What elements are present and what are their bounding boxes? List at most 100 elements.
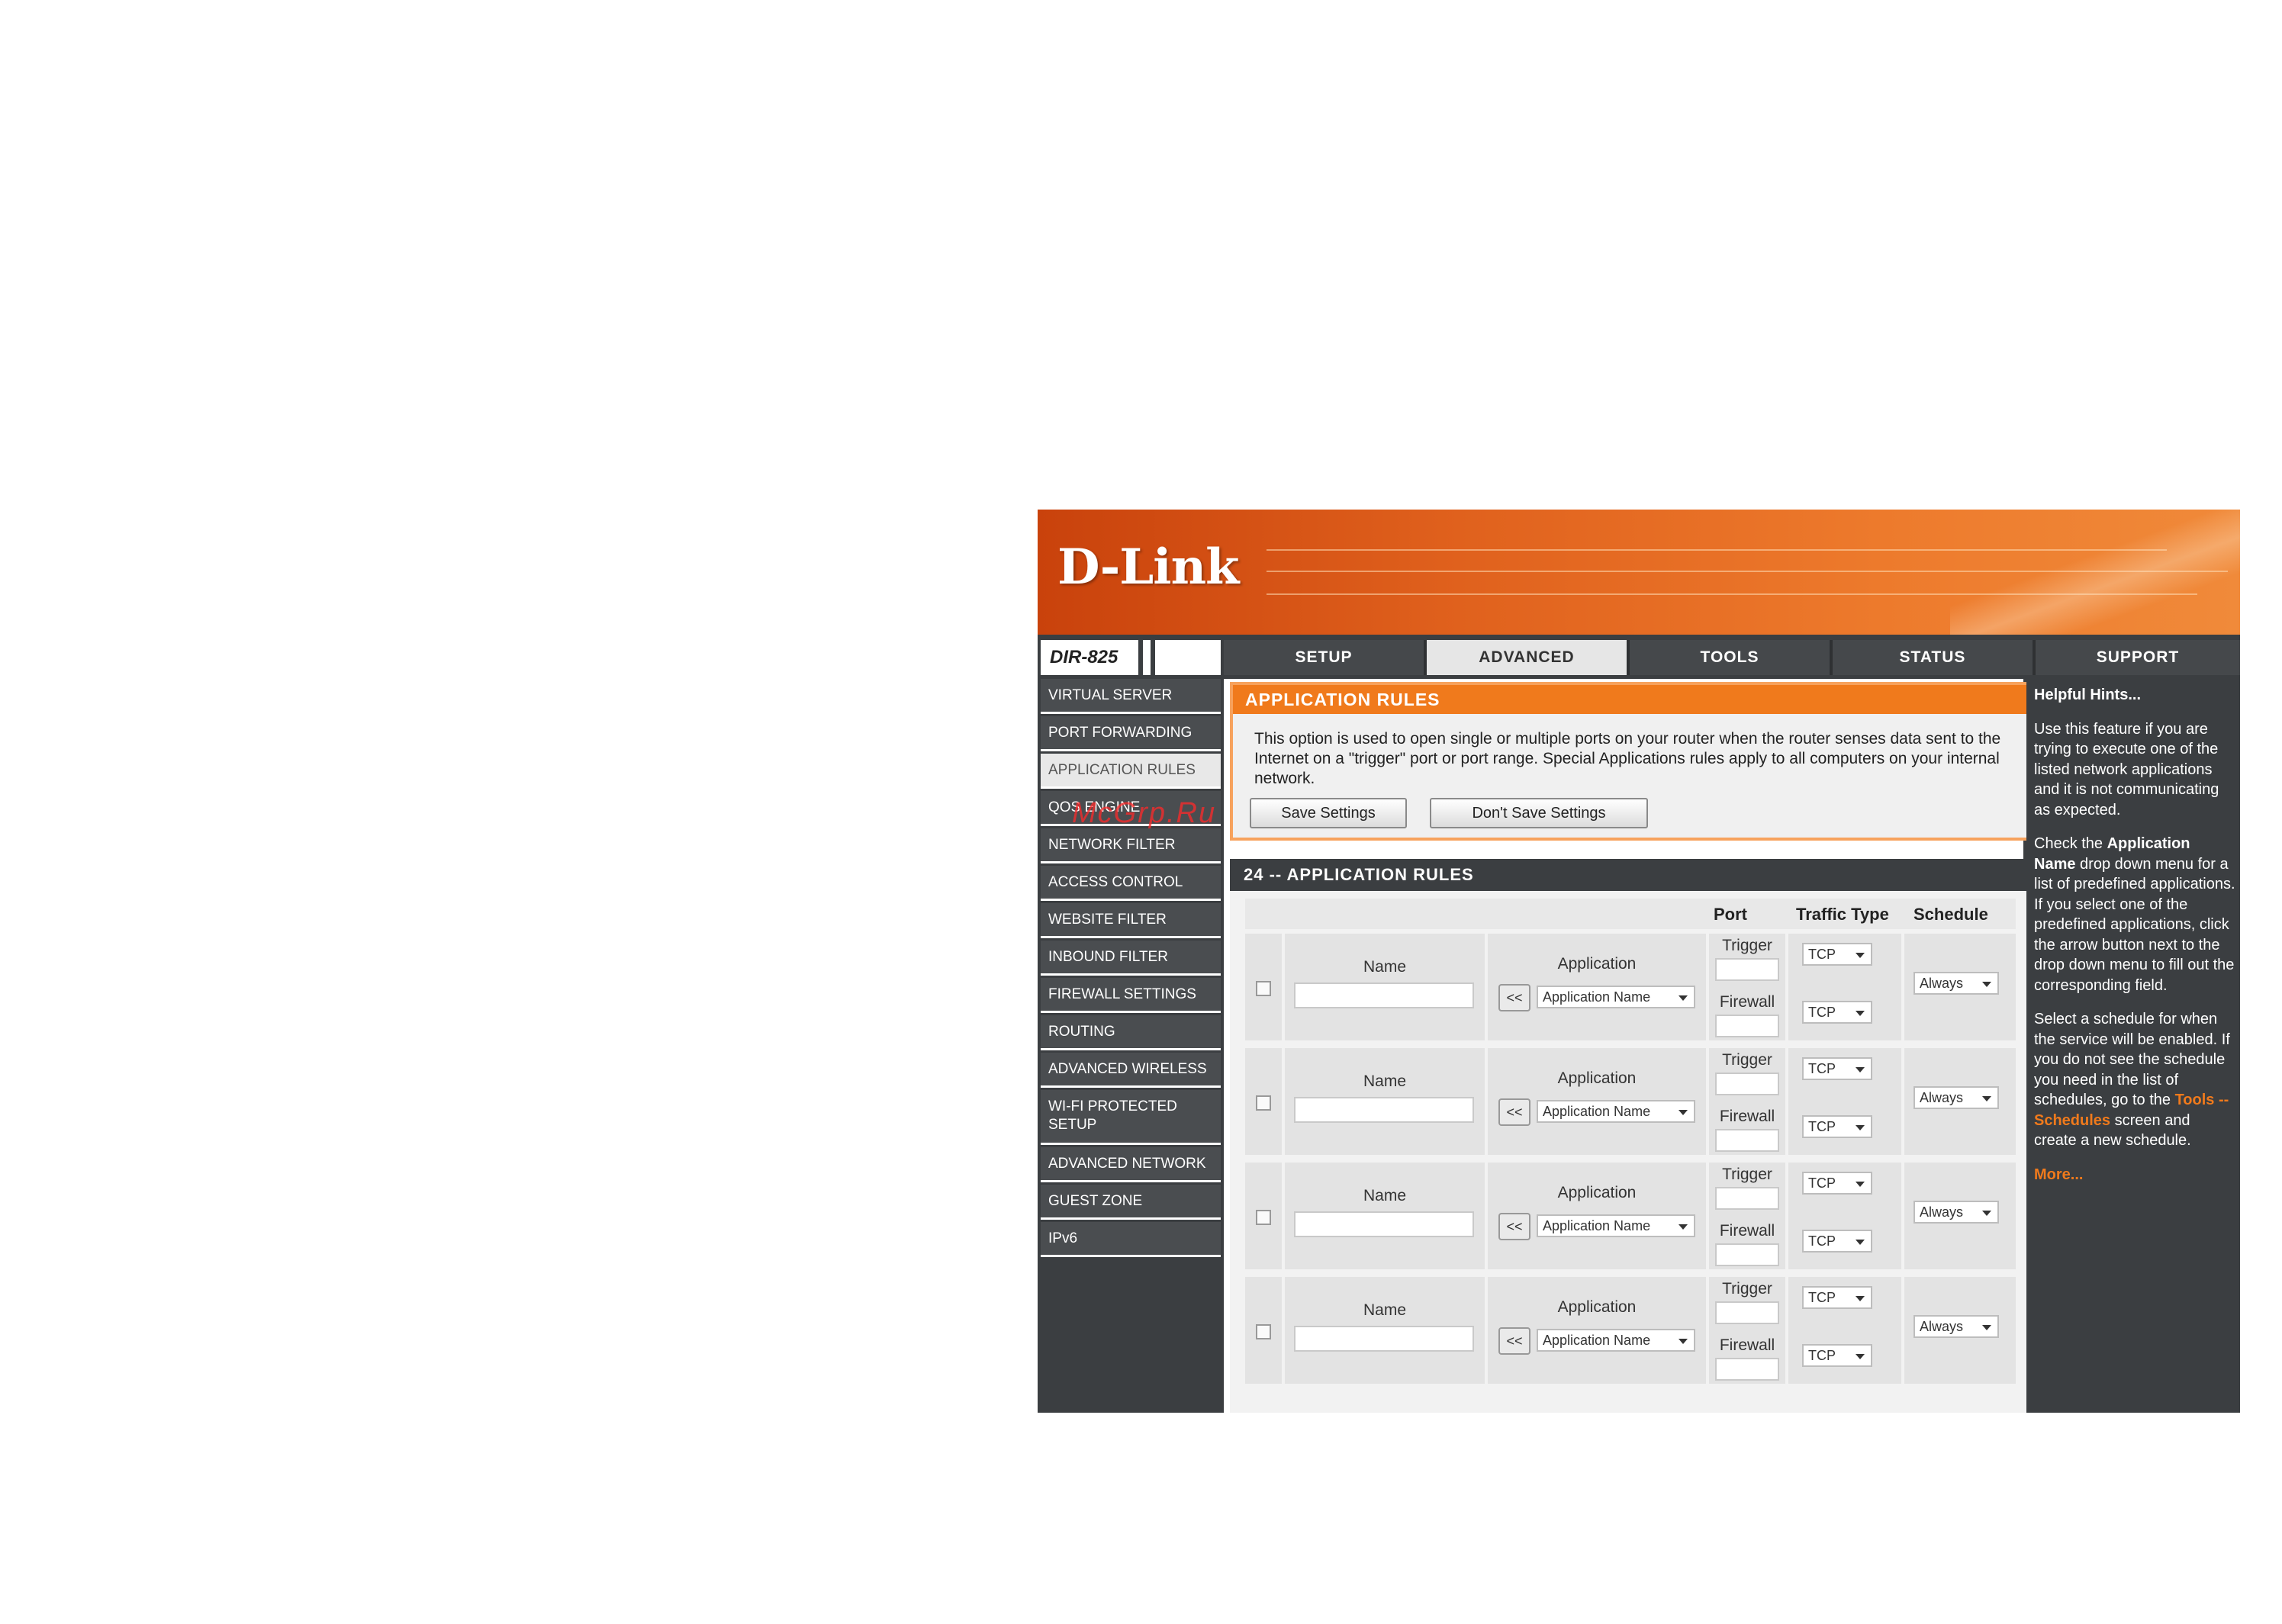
firewall-port-input[interactable] — [1715, 1129, 1779, 1152]
helpful-hints-panel: Helpful Hints... Use this feature if you… — [2026, 679, 2240, 1413]
sidebar-item-port-forwarding[interactable]: PORT FORWARDING — [1041, 716, 1221, 751]
row-enable-checkbox[interactable] — [1256, 1324, 1271, 1339]
row-enable-checkbox[interactable] — [1256, 1210, 1271, 1225]
fill-arrow-button[interactable]: << — [1498, 984, 1530, 1011]
select-value: TCP — [1808, 1061, 1836, 1076]
banner-wedge — [1950, 510, 2240, 635]
firewall-port-input[interactable] — [1715, 1243, 1779, 1266]
tab-support[interactable]: SUPPORT — [2036, 640, 2240, 675]
select-value: Application Name — [1543, 989, 1651, 1005]
select-value: TCP — [1808, 1290, 1836, 1305]
chevron-down-icon — [1856, 1011, 1865, 1016]
sidebar-item-advanced-network[interactable]: ADVANCED NETWORK — [1041, 1147, 1221, 1182]
schedule-select[interactable]: Always — [1913, 1315, 1999, 1338]
tab-status[interactable]: STATUS — [1833, 640, 2036, 675]
name-input[interactable] — [1294, 1326, 1474, 1352]
application-name-select[interactable]: Application Name — [1537, 1329, 1695, 1352]
chevron-down-icon — [1982, 1211, 1991, 1216]
row-enable-checkbox[interactable] — [1256, 981, 1271, 996]
fill-arrow-button[interactable]: << — [1498, 1327, 1530, 1355]
trigger-port-input[interactable] — [1715, 958, 1779, 981]
name-label: Name — [1363, 1187, 1407, 1204]
name-input[interactable] — [1294, 982, 1474, 1008]
name-label: Name — [1363, 1301, 1407, 1319]
row-enable-checkbox[interactable] — [1256, 1095, 1271, 1111]
trigger-traffic-select[interactable]: TCP — [1802, 1286, 1872, 1309]
firewall-label: Firewall — [1719, 993, 1775, 1011]
application-name-select[interactable]: Application Name — [1537, 1100, 1695, 1123]
chevron-down-icon — [1982, 1325, 1991, 1330]
chevron-down-icon — [1982, 1096, 1991, 1101]
firewall-traffic-select[interactable]: TCP — [1802, 1115, 1872, 1138]
firewall-traffic-select[interactable]: TCP — [1802, 1344, 1872, 1367]
sidebar-item-firewall-settings[interactable]: FIREWALL SETTINGS — [1041, 978, 1221, 1013]
select-value: TCP — [1808, 1175, 1836, 1191]
chevron-down-icon — [1856, 1182, 1865, 1187]
sidebar-item-routing[interactable]: ROUTING — [1041, 1015, 1221, 1050]
rules-table-title: 24 -- APPLICATION RULES — [1230, 859, 2029, 891]
name-input[interactable] — [1294, 1097, 1474, 1123]
sidebar: VIRTUAL SERVER PORT FORWARDING APPLICATI… — [1041, 679, 1221, 1413]
fill-arrow-button[interactable]: << — [1498, 1213, 1530, 1240]
trigger-traffic-select[interactable]: TCP — [1802, 1172, 1872, 1195]
chevron-down-icon — [1856, 1296, 1865, 1301]
header-traffic-type: Traffic Type — [1796, 905, 1889, 924]
sidebar-item-application-rules[interactable]: APPLICATION RULES — [1041, 754, 1221, 789]
main-content: APPLICATION RULES This option is used to… — [1224, 679, 2029, 1413]
more-link[interactable]: More... — [2034, 1165, 2235, 1185]
chevron-down-icon — [1856, 1240, 1865, 1245]
chevron-down-icon — [1856, 953, 1865, 958]
select-value: Always — [1920, 1204, 1964, 1220]
chevron-down-icon — [1856, 1067, 1865, 1072]
sidebar-item-website-filter[interactable]: WEBSITE FILTER — [1041, 903, 1221, 938]
trigger-label: Trigger — [1722, 1280, 1772, 1298]
schedule-select[interactable]: Always — [1913, 1086, 1999, 1109]
tab-tools[interactable]: TOOLS — [1630, 640, 1833, 675]
firewall-port-input[interactable] — [1715, 1358, 1779, 1381]
sidebar-item-inbound-filter[interactable]: INBOUND FILTER — [1041, 941, 1221, 976]
sidebar-item-ipv6[interactable]: IPv6 — [1041, 1222, 1221, 1257]
schedule-select[interactable]: Always — [1913, 972, 1999, 995]
sidebar-item-wifi-protected-setup[interactable]: WI-FI PROTECTED SETUP — [1041, 1090, 1221, 1145]
select-value: Always — [1920, 1319, 1964, 1334]
sidebar-item-guest-zone[interactable]: GUEST ZONE — [1041, 1185, 1221, 1220]
sidebar-item-access-control[interactable]: ACCESS CONTROL — [1041, 866, 1221, 901]
firewall-port-input[interactable] — [1715, 1015, 1779, 1037]
chevron-down-icon — [1679, 995, 1688, 1001]
sidebar-item-network-filter[interactable]: NETWORK FILTER — [1041, 828, 1221, 863]
select-value: Application Name — [1543, 1218, 1651, 1233]
sidebar-item-virtual-server[interactable]: VIRTUAL SERVER — [1041, 679, 1221, 714]
dont-save-settings-button[interactable]: Don't Save Settings — [1430, 798, 1648, 828]
select-value: Application Name — [1543, 1104, 1651, 1119]
trigger-port-input[interactable] — [1715, 1187, 1779, 1210]
firewall-traffic-select[interactable]: TCP — [1802, 1001, 1872, 1024]
name-input[interactable] — [1294, 1211, 1474, 1237]
chevron-down-icon — [1982, 982, 1991, 987]
tab-setup[interactable]: SETUP — [1224, 640, 1427, 675]
chevron-down-icon — [1679, 1224, 1688, 1230]
trigger-label: Trigger — [1722, 1051, 1772, 1069]
select-value: Always — [1920, 976, 1964, 991]
fill-arrow-button[interactable]: << — [1498, 1098, 1530, 1126]
application-label: Application — [1557, 1069, 1637, 1087]
firewall-traffic-select[interactable]: TCP — [1802, 1230, 1872, 1253]
table-header-row — [1245, 899, 2016, 929]
save-settings-button[interactable]: Save Settings — [1250, 798, 1407, 828]
model-name: DIR-825 — [1050, 647, 1118, 667]
trigger-traffic-select[interactable]: TCP — [1802, 943, 1872, 966]
trigger-port-input[interactable] — [1715, 1301, 1779, 1324]
schedule-select[interactable]: Always — [1913, 1201, 1999, 1224]
help-text: Check the — [2034, 835, 2107, 852]
select-value: TCP — [1808, 1005, 1836, 1020]
select-value: TCP — [1808, 1348, 1836, 1363]
help-paragraph: Use this feature if you are trying to ex… — [2034, 720, 2219, 818]
application-name-select[interactable]: Application Name — [1537, 1214, 1695, 1237]
sidebar-item-advanced-wireless[interactable]: ADVANCED WIRELESS — [1041, 1053, 1221, 1088]
top-nav: SETUP ADVANCED TOOLS STATUS SUPPORT — [1224, 640, 2240, 675]
trigger-port-input[interactable] — [1715, 1072, 1779, 1095]
tab-advanced[interactable]: ADVANCED — [1427, 640, 1630, 675]
help-title: Helpful Hints... — [2034, 687, 2141, 703]
trigger-label: Trigger — [1722, 937, 1772, 954]
trigger-traffic-select[interactable]: TCP — [1802, 1057, 1872, 1080]
application-name-select[interactable]: Application Name — [1537, 986, 1695, 1008]
